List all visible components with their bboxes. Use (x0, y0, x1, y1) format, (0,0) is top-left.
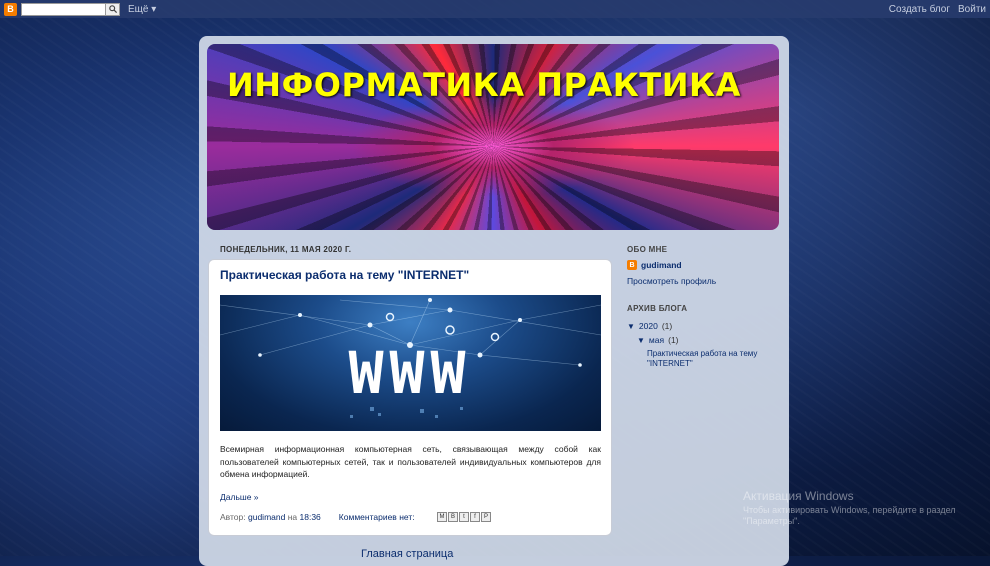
more-menu[interactable]: Ещё ▾ (128, 4, 156, 15)
blog-container: ИНФОРМАТИКА ПРАКТИКА ПОНЕДЕЛЬНИК, 11 МАЯ… (199, 36, 789, 566)
watermark-text: Чтобы активировать Windows, перейдите в … (743, 505, 956, 526)
profile-row: B gudimand (627, 260, 777, 270)
about-heading: ОБО МНЕ (627, 245, 668, 254)
login-link[interactable]: Войти (958, 4, 986, 15)
dropdown-arrow-icon: ▾ (151, 3, 157, 15)
expand-triangle-icon[interactable]: ▼ (627, 322, 635, 331)
archive-month-row: ▼ мая (1) (627, 335, 777, 345)
blogger-navbar: B Ещё ▾ Создать блог Войти (0, 0, 990, 18)
archive-heading: АРХИВ БЛОГА (627, 304, 688, 313)
post-body: Всемирная информационная компьютерная се… (220, 444, 601, 479)
post-card: Практическая работа на тему "INTERNET" W… (208, 259, 612, 536)
archive-month-link[interactable]: мая (649, 335, 664, 345)
profile-name-link[interactable]: gudimand (641, 260, 682, 270)
blogthis-share-icon[interactable]: B (448, 512, 458, 522)
blog-header: ИНФОРМАТИКА ПРАКТИКА (207, 44, 779, 230)
www-text: WWW (349, 339, 472, 407)
archive-year-link[interactable]: 2020 (639, 321, 658, 331)
more-label: Ещё (128, 3, 149, 15)
create-blog-link[interactable]: Создать блог (889, 4, 950, 15)
blog-title[interactable]: ИНФОРМАТИКА ПРАКТИКА (227, 66, 741, 104)
search-input[interactable] (21, 2, 106, 16)
facebook-share-icon[interactable]: f (470, 512, 480, 522)
read-more-link[interactable]: Дальше » (220, 492, 259, 502)
pinterest-share-icon[interactable]: P (481, 512, 491, 522)
post-footer: Автор: gudimand на 18:36 Комментариев не… (220, 512, 601, 522)
post-date: ПОНЕДЕЛЬНИК, 11 МАЯ 2020 Г. (220, 245, 352, 254)
windows-activation-watermark: Активация Windows Чтобы активировать Win… (743, 489, 990, 527)
archive-year-count: (1) (661, 321, 673, 331)
archive-month-count: (1) (668, 335, 679, 345)
watermark-title: Активация Windows (743, 489, 854, 503)
search-button[interactable] (105, 2, 120, 16)
home-page-link[interactable]: Главная страница (361, 548, 453, 560)
expand-triangle-icon[interactable]: ▼ (637, 336, 645, 345)
archive-year-row: ▼ 2020 (1) (627, 321, 777, 331)
sidebar: ОБО МНЕ B gudimand Просмотреть профиль А… (627, 245, 777, 369)
view-profile-link[interactable]: Просмотреть профиль (627, 276, 777, 286)
time-prefix: на (287, 512, 298, 522)
author-link[interactable]: gudimand (248, 512, 285, 522)
share-icons: M B t f P (437, 512, 491, 522)
post-image: WWW (220, 295, 601, 431)
author-prefix: Автор: (220, 512, 246, 522)
post-title[interactable]: Практическая работа на тему "INTERNET" (220, 268, 469, 282)
network-illustration: WWW (220, 298, 601, 418)
twitter-share-icon[interactable]: t (459, 512, 469, 522)
blogger-logo-icon[interactable]: B (4, 2, 17, 16)
post-time-link[interactable]: 18:36 (300, 512, 321, 522)
archive-post-link[interactable]: Практическая работа на тему "INTERNET" (627, 349, 777, 369)
blogger-profile-icon: B (627, 260, 637, 270)
comments-link[interactable]: Комментариев нет: (339, 512, 415, 522)
email-share-icon[interactable]: M (437, 512, 447, 522)
magnifier-icon (108, 5, 117, 13)
